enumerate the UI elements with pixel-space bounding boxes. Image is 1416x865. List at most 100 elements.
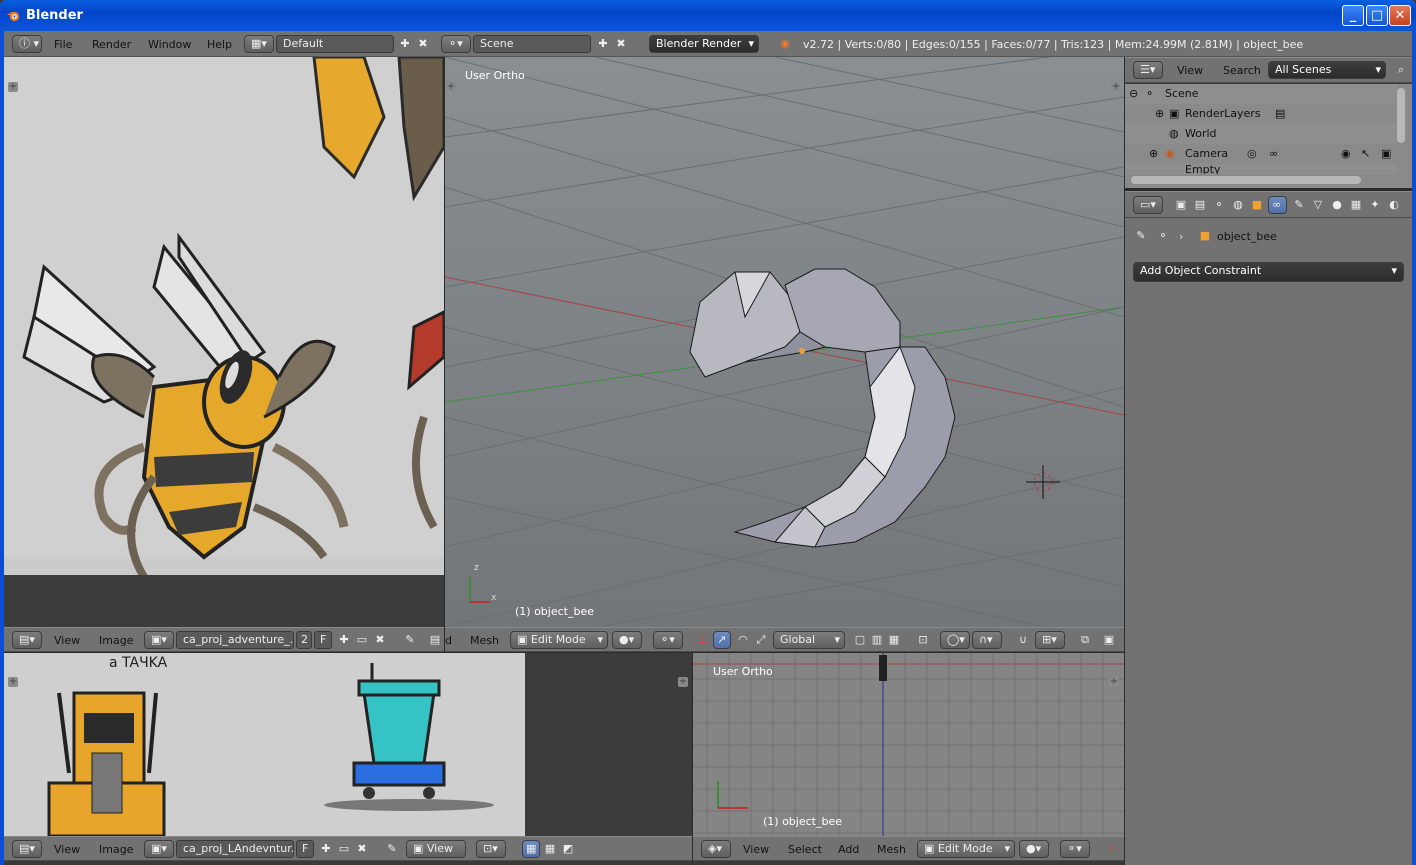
menu-mesh[interactable]: Mesh <box>470 634 499 647</box>
renderable-camera-icon[interactable]: ▣ <box>1381 144 1391 164</box>
viewport-type-button[interactable]: ◈▾ <box>701 840 731 858</box>
fake-user-toggle[interactable]: F <box>314 631 332 649</box>
divider-vertical[interactable] <box>692 653 693 865</box>
editor-type-button[interactable]: ⓘ ▾ <box>12 35 42 53</box>
falloff-dropdown[interactable]: ∩▾ <box>972 631 1002 649</box>
menu-view[interactable]: View <box>743 843 769 856</box>
pin-icon[interactable]: ✎ <box>384 841 400 857</box>
face-select-icon[interactable]: ▦ <box>886 632 902 648</box>
layout-browse-button[interactable]: ▦▾ <box>244 35 274 53</box>
pivot-dropdown[interactable]: ⚬▾ <box>1060 840 1090 858</box>
menu-render[interactable]: Render <box>92 38 131 51</box>
unlink-image-icon[interactable]: ✖ <box>372 632 388 648</box>
scale-manipulator-icon[interactable]: ⤢ <box>753 632 769 648</box>
object-tab-icon[interactable]: ■ <box>1249 197 1265 213</box>
material-tab-icon[interactable]: ● <box>1329 197 1345 213</box>
divider-horizontal[interactable] <box>1125 188 1412 191</box>
image-users-count[interactable]: 2 <box>296 631 312 649</box>
image-name-field[interactable]: ca_proj_adventure_... <box>176 631 294 649</box>
viewport-main[interactable]: User Ortho (1) object_bee z x + + <box>445 57 1124 627</box>
physics-tab-icon[interactable]: ◐ <box>1386 197 1402 213</box>
menu-partial[interactable]: d <box>445 634 452 647</box>
area-split-corner-icon[interactable]: + <box>8 82 18 92</box>
pivot-dropdown[interactable]: ⚬▾ <box>653 631 683 649</box>
menu-window[interactable]: Window <box>148 38 191 51</box>
window-titlebar[interactable]: Blender _ □ ✕ <box>0 0 1416 31</box>
area-split-corner-icon[interactable]: + <box>446 82 456 92</box>
render-layers-tab-icon[interactable]: ▤ <box>1192 197 1208 213</box>
viewport-bottom[interactable]: User Ortho (1) object_bee + <box>693 653 1124 836</box>
menu-add[interactable]: Add <box>838 843 859 856</box>
menu-view[interactable]: View <box>54 843 80 856</box>
properties-type-button[interactable]: ▭▾ <box>1133 196 1163 214</box>
modifiers-tab-icon[interactable]: ✎ <box>1291 197 1307 213</box>
menu-help[interactable]: Help <box>207 38 232 51</box>
outliner-filter-dropdown[interactable]: All Scenes ▾ <box>1268 61 1386 79</box>
snap-element-dropdown[interactable]: ⊞▾ <box>1035 631 1065 649</box>
outliner-menu-view[interactable]: View <box>1177 64 1203 77</box>
open-image-icon[interactable]: ▭ <box>336 841 352 857</box>
particles-tab-icon[interactable]: ✦ <box>1367 197 1383 213</box>
scene-name-field[interactable]: Scene <box>473 35 591 53</box>
add-object-constraint-dropdown[interactable]: Add Object Constraint ▾ <box>1133 262 1404 282</box>
proportional-edit-dropdown[interactable]: ◯▾ <box>940 631 970 649</box>
close-button[interactable]: ✕ <box>1389 5 1411 26</box>
image-browse-button[interactable]: ▣▾ <box>144 840 174 858</box>
data-tab-icon[interactable]: ▽ <box>1310 197 1326 213</box>
search-icon[interactable]: ⌕ <box>1393 62 1409 78</box>
outliner-item-camera[interactable]: ⊕ ◉ Camera ◎ ∞ ◉ ↖ ▣ <box>1125 144 1397 164</box>
view-mode-dropdown[interactable]: ▣ View <box>406 840 466 858</box>
manipulator-toggle-icon[interactable]: ⊥ <box>1102 841 1118 857</box>
divider-horizontal[interactable] <box>4 652 1124 653</box>
menu-image[interactable]: Image <box>99 634 133 647</box>
render-preview-icon[interactable]: ⧉ <box>1077 632 1093 648</box>
area-split-corner-icon[interactable]: + <box>1109 677 1119 687</box>
layout-name-field[interactable]: Default <box>276 35 394 53</box>
outliner-menu-search[interactable]: Search <box>1223 64 1261 77</box>
menu-mesh[interactable]: Mesh <box>877 843 906 856</box>
expand-icon[interactable]: ⊕ <box>1149 144 1158 164</box>
minimize-button[interactable]: _ <box>1342 5 1364 26</box>
area-split-corner-icon[interactable]: + <box>678 677 688 687</box>
shading-dropdown[interactable]: ●▾ <box>612 631 642 649</box>
image-name-field[interactable]: ca_proj_LAndevntur... <box>176 840 294 858</box>
divider-vertical[interactable] <box>1124 57 1125 865</box>
constraints-tab-icon[interactable]: ∞ <box>1268 196 1287 214</box>
vertex-select-icon[interactable]: ▢ <box>852 632 868 648</box>
area-split-corner-icon[interactable]: + <box>1111 82 1121 92</box>
pin-icon[interactable]: ✎ <box>1133 228 1149 244</box>
scene-tab-icon[interactable]: ⚬ <box>1211 197 1227 213</box>
snap-magnet-icon[interactable]: ∪ <box>1015 632 1031 648</box>
orientation-dropdown[interactable]: Global ▾ <box>773 631 845 649</box>
unlink-image-icon[interactable]: ✖ <box>354 841 370 857</box>
image-editor-top[interactable]: + <box>4 57 444 627</box>
outliner-type-button[interactable]: ☰▾ <box>1133 61 1163 79</box>
manipulator-toggle-icon[interactable]: ⊥ <box>695 632 711 648</box>
uv-sync-icon[interactable]: ▦ <box>522 840 540 858</box>
expand-icon[interactable]: ⊕ <box>1155 104 1164 124</box>
edge-select-icon[interactable]: ▥ <box>869 632 885 648</box>
occlude-geometry-icon[interactable]: ⊡ <box>915 632 931 648</box>
visibility-eye-icon[interactable]: ◉ <box>1341 144 1351 164</box>
add-scene-icon[interactable]: ✚ <box>595 36 611 52</box>
menu-select[interactable]: Select <box>788 843 822 856</box>
outliner-item-renderlayers[interactable]: ⊕ ▣ RenderLayers ▤ <box>1125 104 1397 124</box>
world-tab-icon[interactable]: ◍ <box>1230 197 1246 213</box>
mode-dropdown[interactable]: ▣ Edit Mode ▾ <box>510 631 608 649</box>
render-tab-icon[interactable]: ▣ <box>1173 197 1189 213</box>
scene-browse-button[interactable]: ⚬▾ <box>441 35 471 53</box>
image-editor-type-button[interactable]: ▤▾ <box>12 631 42 649</box>
outliner-item-scene[interactable]: ⊖ ⚬ Scene <box>1125 84 1397 104</box>
maximize-button[interactable]: □ <box>1366 5 1388 26</box>
menu-image[interactable]: Image <box>99 843 133 856</box>
outliner-vscrollbar[interactable] <box>1397 88 1405 143</box>
mode-dropdown[interactable]: ▣ Edit Mode ▾ <box>917 840 1015 858</box>
selectable-cursor-icon[interactable]: ↖ <box>1361 144 1370 164</box>
outliner-hscrollbar[interactable] <box>1131 176 1361 184</box>
remove-layout-icon[interactable]: ✖ <box>415 36 431 52</box>
alpha-icon[interactable]: ◩ <box>560 841 576 857</box>
collapse-icon[interactable]: ⊖ <box>1129 84 1138 104</box>
divider-vertical[interactable] <box>444 57 445 653</box>
image-editor-type-button[interactable]: ▤▾ <box>12 840 42 858</box>
camera-render-icon[interactable]: ▣ <box>1101 632 1117 648</box>
